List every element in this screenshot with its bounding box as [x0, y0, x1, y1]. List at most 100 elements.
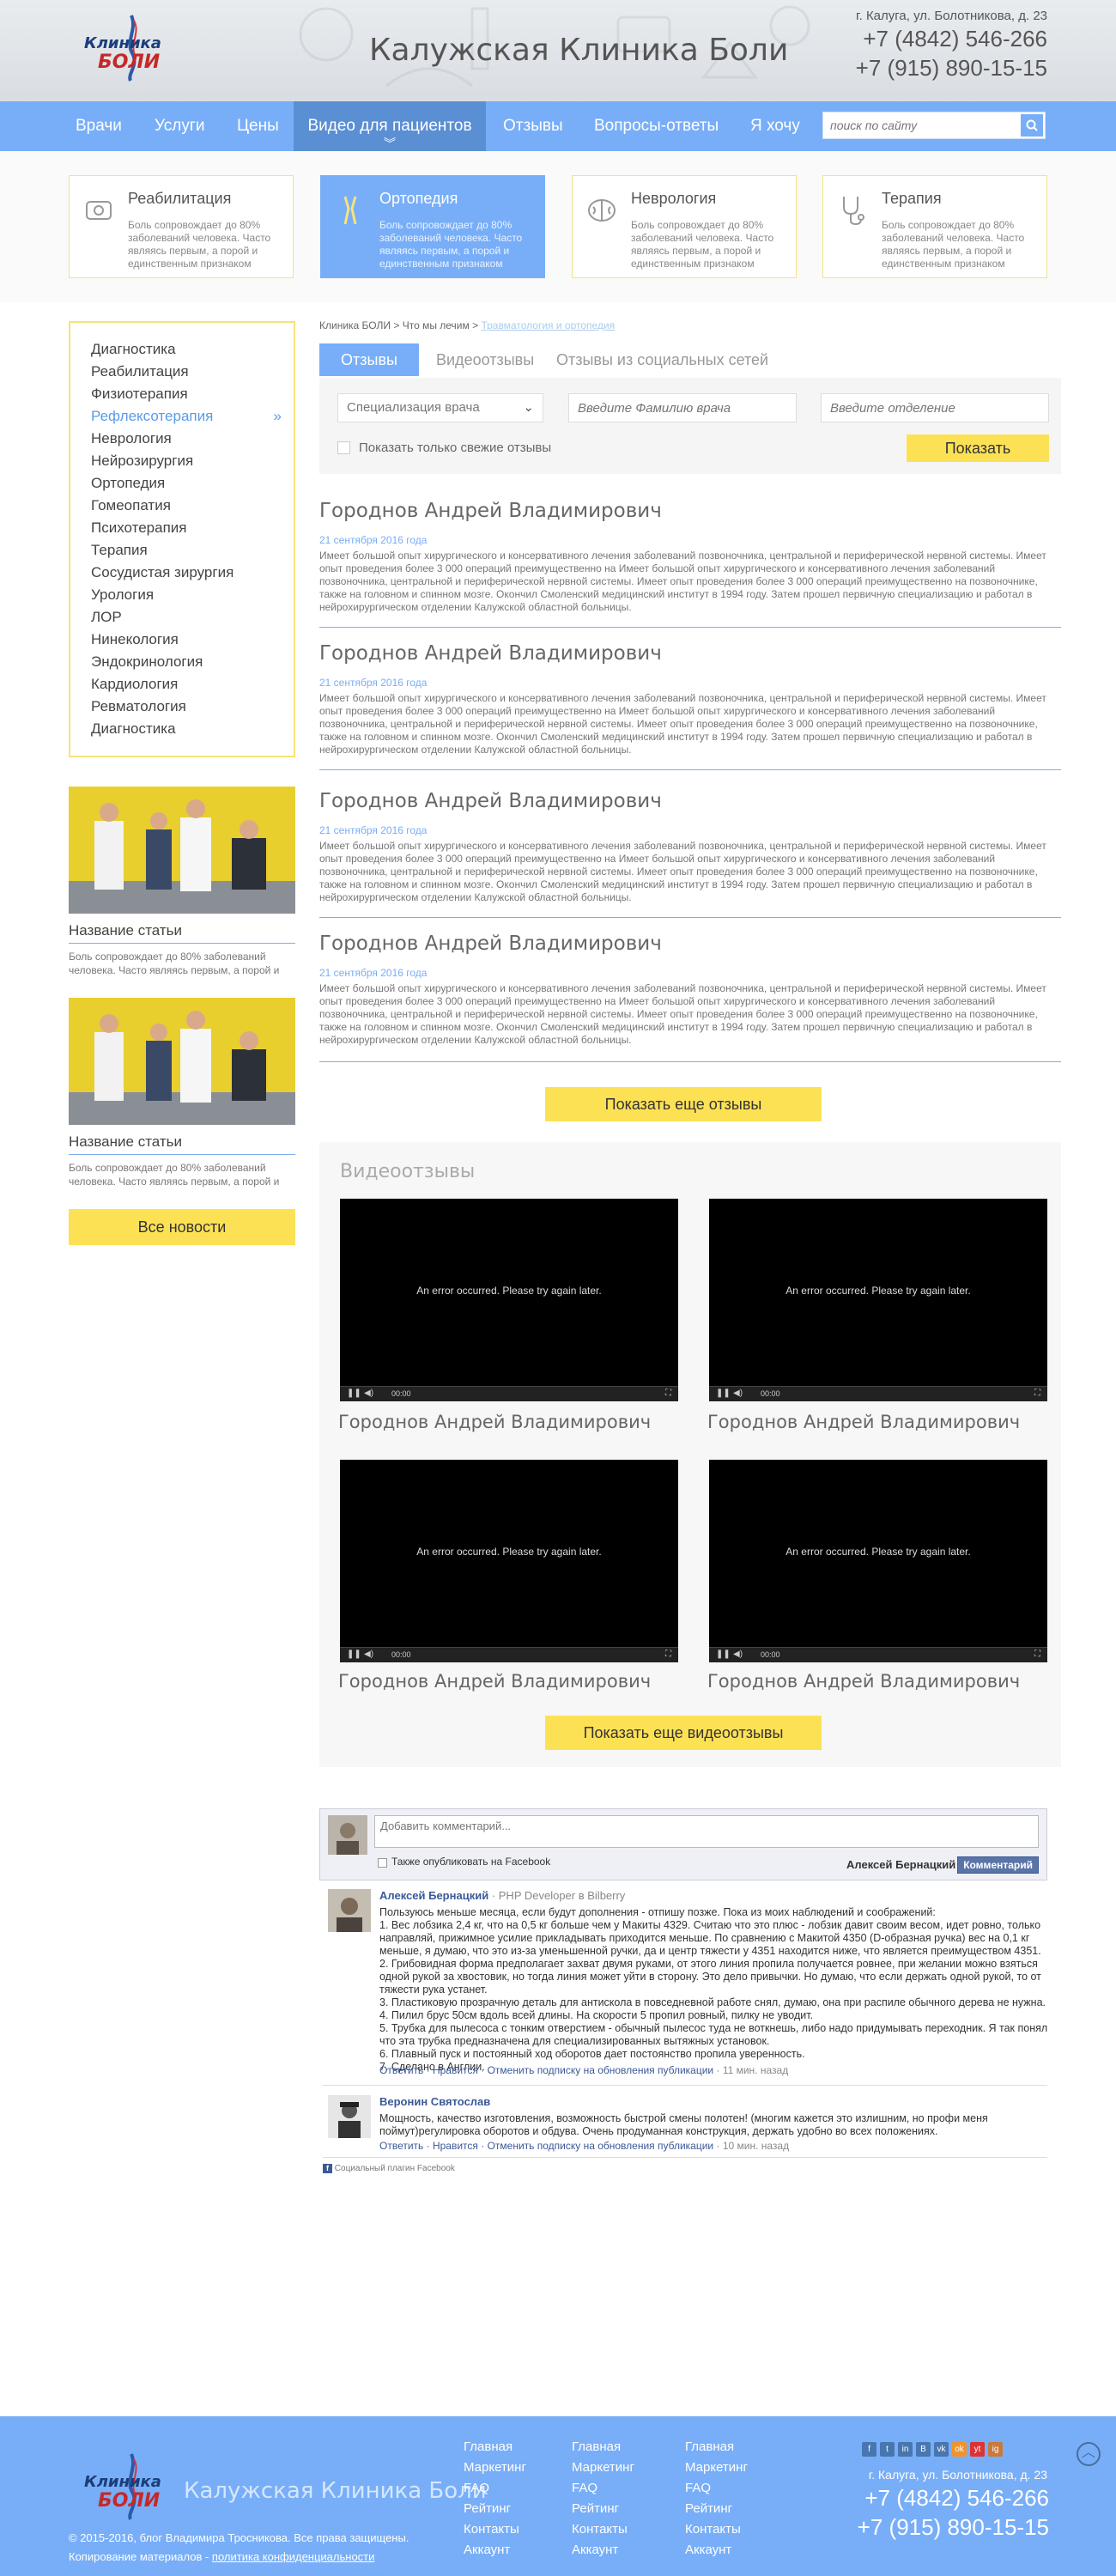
- footer-link[interactable]: Аккаунт: [685, 2540, 748, 2561]
- article-title[interactable]: Название статьи: [69, 1133, 182, 1151]
- footer-link[interactable]: Маркетинг: [572, 2458, 634, 2478]
- nav-item-i-want[interactable]: Я хочу: [750, 101, 800, 151]
- nav-item-reviews[interactable]: Отзывы: [503, 101, 563, 151]
- nav-item-services[interactable]: Услуги: [155, 101, 204, 151]
- sidebar-item-ent[interactable]: ЛОР: [91, 606, 294, 629]
- volume-icon[interactable]: ◀): [364, 1388, 373, 1398]
- fullscreen-icon[interactable]: ⛶: [665, 1388, 671, 1398]
- sidebar-item-neurology[interactable]: Неврология: [91, 428, 294, 450]
- volume-icon[interactable]: ◀): [733, 1649, 743, 1659]
- all-news-button[interactable]: Все новости: [69, 1209, 295, 1245]
- footer-link[interactable]: Маркетинг: [464, 2458, 526, 2478]
- volume-icon[interactable]: ◀): [364, 1649, 373, 1659]
- footer-logo[interactable]: Клиника БОЛИ: [84, 2451, 179, 2521]
- more-videos-button[interactable]: Показать еще видеоотзывы: [545, 1716, 822, 1750]
- footer-link[interactable]: Аккаунт: [464, 2540, 526, 2561]
- sidebar-item-neurosurgery[interactable]: Нейрозирургия: [91, 450, 294, 472]
- play-icon[interactable]: ❚❚: [347, 1388, 361, 1398]
- sidebar-item-diagnostics-2[interactable]: Диагностика: [91, 718, 294, 740]
- tab-video-reviews[interactable]: Видеоотзывы: [436, 343, 534, 376]
- department-input[interactable]: [821, 393, 1049, 422]
- footer-phone-2[interactable]: +7 (915) 890-15-15: [858, 2514, 1049, 2541]
- article-title[interactable]: Название статьи: [69, 922, 182, 939]
- review-author[interactable]: Городнов Андрей Владимирович: [319, 790, 1061, 812]
- footer-link[interactable]: Контакты: [685, 2519, 748, 2540]
- sidebar-item-urology[interactable]: Урология: [91, 584, 294, 606]
- odnoklassniki-icon[interactable]: ok: [952, 2442, 967, 2457]
- also-post-checkbox[interactable]: [378, 1858, 387, 1868]
- doctor-name-input[interactable]: [568, 393, 797, 422]
- nav-item-doctors[interactable]: Врачи: [76, 101, 122, 151]
- video-author[interactable]: Городнов Андрей Владимирович: [338, 1412, 651, 1432]
- video-controls[interactable]: ❚❚ ◀) 00:00 ⛶: [340, 1386, 678, 1401]
- comment-action-links[interactable]: Ответить · Нравится · Отменить подписку …: [379, 2064, 713, 2076]
- video-controls[interactable]: ❚❚ ◀) 00:00 ⛶: [340, 1647, 678, 1662]
- comment-author-name[interactable]: Веронин Святослав: [379, 2095, 490, 2108]
- volume-icon[interactable]: ◀): [733, 1388, 743, 1398]
- video-controls[interactable]: ❚❚ ◀) 00:00 ⛶: [709, 1647, 1047, 1662]
- footer-link[interactable]: Аккаунт: [572, 2540, 634, 2561]
- footer-link[interactable]: Контакты: [464, 2519, 526, 2540]
- review-author[interactable]: Городнов Андрей Владимирович: [319, 642, 1061, 665]
- privacy-link[interactable]: политика конфиденциальности: [212, 2550, 374, 2563]
- search-input[interactable]: [830, 117, 1010, 134]
- sidebar-item-therapy[interactable]: Терапия: [91, 539, 294, 562]
- specialization-select[interactable]: Специализация врача ⌄: [337, 393, 543, 422]
- video-author[interactable]: Городнов Андрей Владимирович: [338, 1671, 651, 1692]
- play-icon[interactable]: ❚❚: [716, 1649, 731, 1659]
- fresh-only-checkbox[interactable]: [337, 441, 350, 454]
- article-image[interactable]: [69, 998, 295, 1125]
- video-author[interactable]: Городнов Андрей Владимирович: [707, 1671, 1020, 1692]
- breadcrumb-current[interactable]: Травматология и ортопедия: [481, 319, 615, 331]
- linkedin-icon[interactable]: in: [898, 2442, 913, 2457]
- footer-link[interactable]: Главная: [572, 2437, 634, 2458]
- video-controls[interactable]: ❚❚ ◀) 00:00 ⛶: [709, 1386, 1047, 1401]
- service-card-neurology[interactable]: Неврология Боль сопровождает до 80% забо…: [572, 175, 797, 278]
- article-image[interactable]: [69, 787, 295, 914]
- vk-icon[interactable]: vk: [934, 2442, 949, 2457]
- footer-link[interactable]: Рейтинг: [464, 2499, 526, 2519]
- footer-link[interactable]: FAQ: [464, 2478, 526, 2499]
- header-phone-1[interactable]: +7 (4842) 546-266: [863, 26, 1047, 52]
- sidebar-item-vascular-surgery[interactable]: Сосудистая зирургия: [91, 562, 294, 584]
- tab-reviews[interactable]: Отзывы: [319, 343, 419, 376]
- comment-author[interactable]: Алексей Бернацкий · PHP Developer в Bilb…: [379, 1889, 625, 1902]
- sidebar-item-endocrinology[interactable]: Эндокринология: [91, 651, 294, 673]
- footer-link[interactable]: Рейтинг: [572, 2499, 634, 2519]
- comment-input[interactable]: Добавить комментарий...: [374, 1815, 1039, 1848]
- footer-link[interactable]: FAQ: [572, 2478, 634, 2499]
- post-comment-button[interactable]: Комментарий: [957, 1856, 1039, 1874]
- tab-social-reviews[interactable]: Отзывы из социальных сетей: [556, 343, 768, 376]
- service-card-orthopedics[interactable]: Ортопедия Боль сопровождает до 80% забол…: [320, 175, 545, 278]
- header-phone-2[interactable]: +7 (915) 890-15-15: [856, 55, 1047, 82]
- footer-link[interactable]: Рейтинг: [685, 2499, 748, 2519]
- sidebar-item-rheumatology[interactable]: Ревматология: [91, 696, 294, 718]
- comment-actions[interactable]: Ответить · Нравится · Отменить подписку …: [379, 2140, 789, 2152]
- footer-link[interactable]: Маркетинг: [685, 2458, 748, 2478]
- instagram-icon[interactable]: ig: [988, 2442, 1003, 2457]
- fullscreen-icon[interactable]: ⛶: [1034, 1649, 1040, 1659]
- comment-actions[interactable]: Ответить · Нравится · Отменить подписку …: [379, 2064, 788, 2076]
- blogger-icon[interactable]: B: [916, 2442, 931, 2457]
- scroll-up-button[interactable]: ︿: [1077, 2442, 1101, 2466]
- more-reviews-button[interactable]: Показать еще отзывы: [545, 1087, 822, 1121]
- show-button[interactable]: Показать: [907, 434, 1049, 462]
- service-card-therapy[interactable]: Терапия Боль сопровождает до 80% заболев…: [822, 175, 1047, 278]
- facebook-icon[interactable]: f: [862, 2442, 876, 2457]
- play-icon[interactable]: ❚❚: [347, 1649, 361, 1659]
- sidebar-item-reflexotherapy[interactable]: Рефлексотерапия: [91, 405, 294, 428]
- nav-item-faq[interactable]: Вопросы-ответы: [594, 101, 719, 151]
- sidebar-item-psychotherapy[interactable]: Психотерапия: [91, 517, 294, 539]
- video-player[interactable]: An error occurred. Please try again late…: [709, 1460, 1047, 1662]
- sidebar-item-homeopathy[interactable]: Гомеопатия: [91, 495, 294, 517]
- play-icon[interactable]: ❚❚: [716, 1388, 731, 1398]
- fullscreen-icon[interactable]: ⛶: [665, 1649, 671, 1659]
- breadcrumb-section[interactable]: Что мы лечим: [403, 319, 470, 331]
- sidebar-item-physiotherapy[interactable]: Физиотерапия: [91, 383, 294, 405]
- breadcrumb-home[interactable]: Клиника БОЛИ: [319, 319, 391, 331]
- video-player[interactable]: An error occurred. Please try again late…: [340, 1460, 678, 1662]
- video-player[interactable]: An error occurred. Please try again late…: [709, 1199, 1047, 1401]
- video-author[interactable]: Городнов Андрей Владимирович: [707, 1412, 1020, 1432]
- service-card-rehab[interactable]: Реабилитация Боль сопровождает до 80% за…: [69, 175, 294, 278]
- sidebar-item-diagnostics[interactable]: Диагностика: [91, 338, 294, 361]
